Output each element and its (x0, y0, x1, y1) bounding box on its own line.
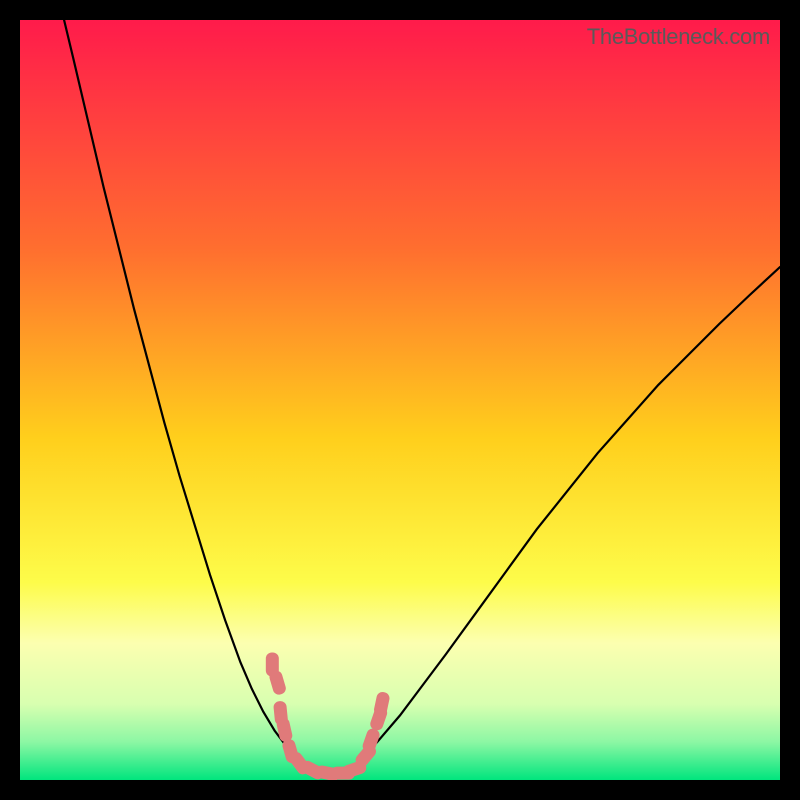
chart-frame: TheBottleneck.com (20, 20, 780, 780)
watermark-text: TheBottleneck.com (587, 24, 770, 50)
chart-svg (20, 20, 780, 780)
plot-area (20, 20, 780, 780)
gradient-background (20, 20, 780, 780)
